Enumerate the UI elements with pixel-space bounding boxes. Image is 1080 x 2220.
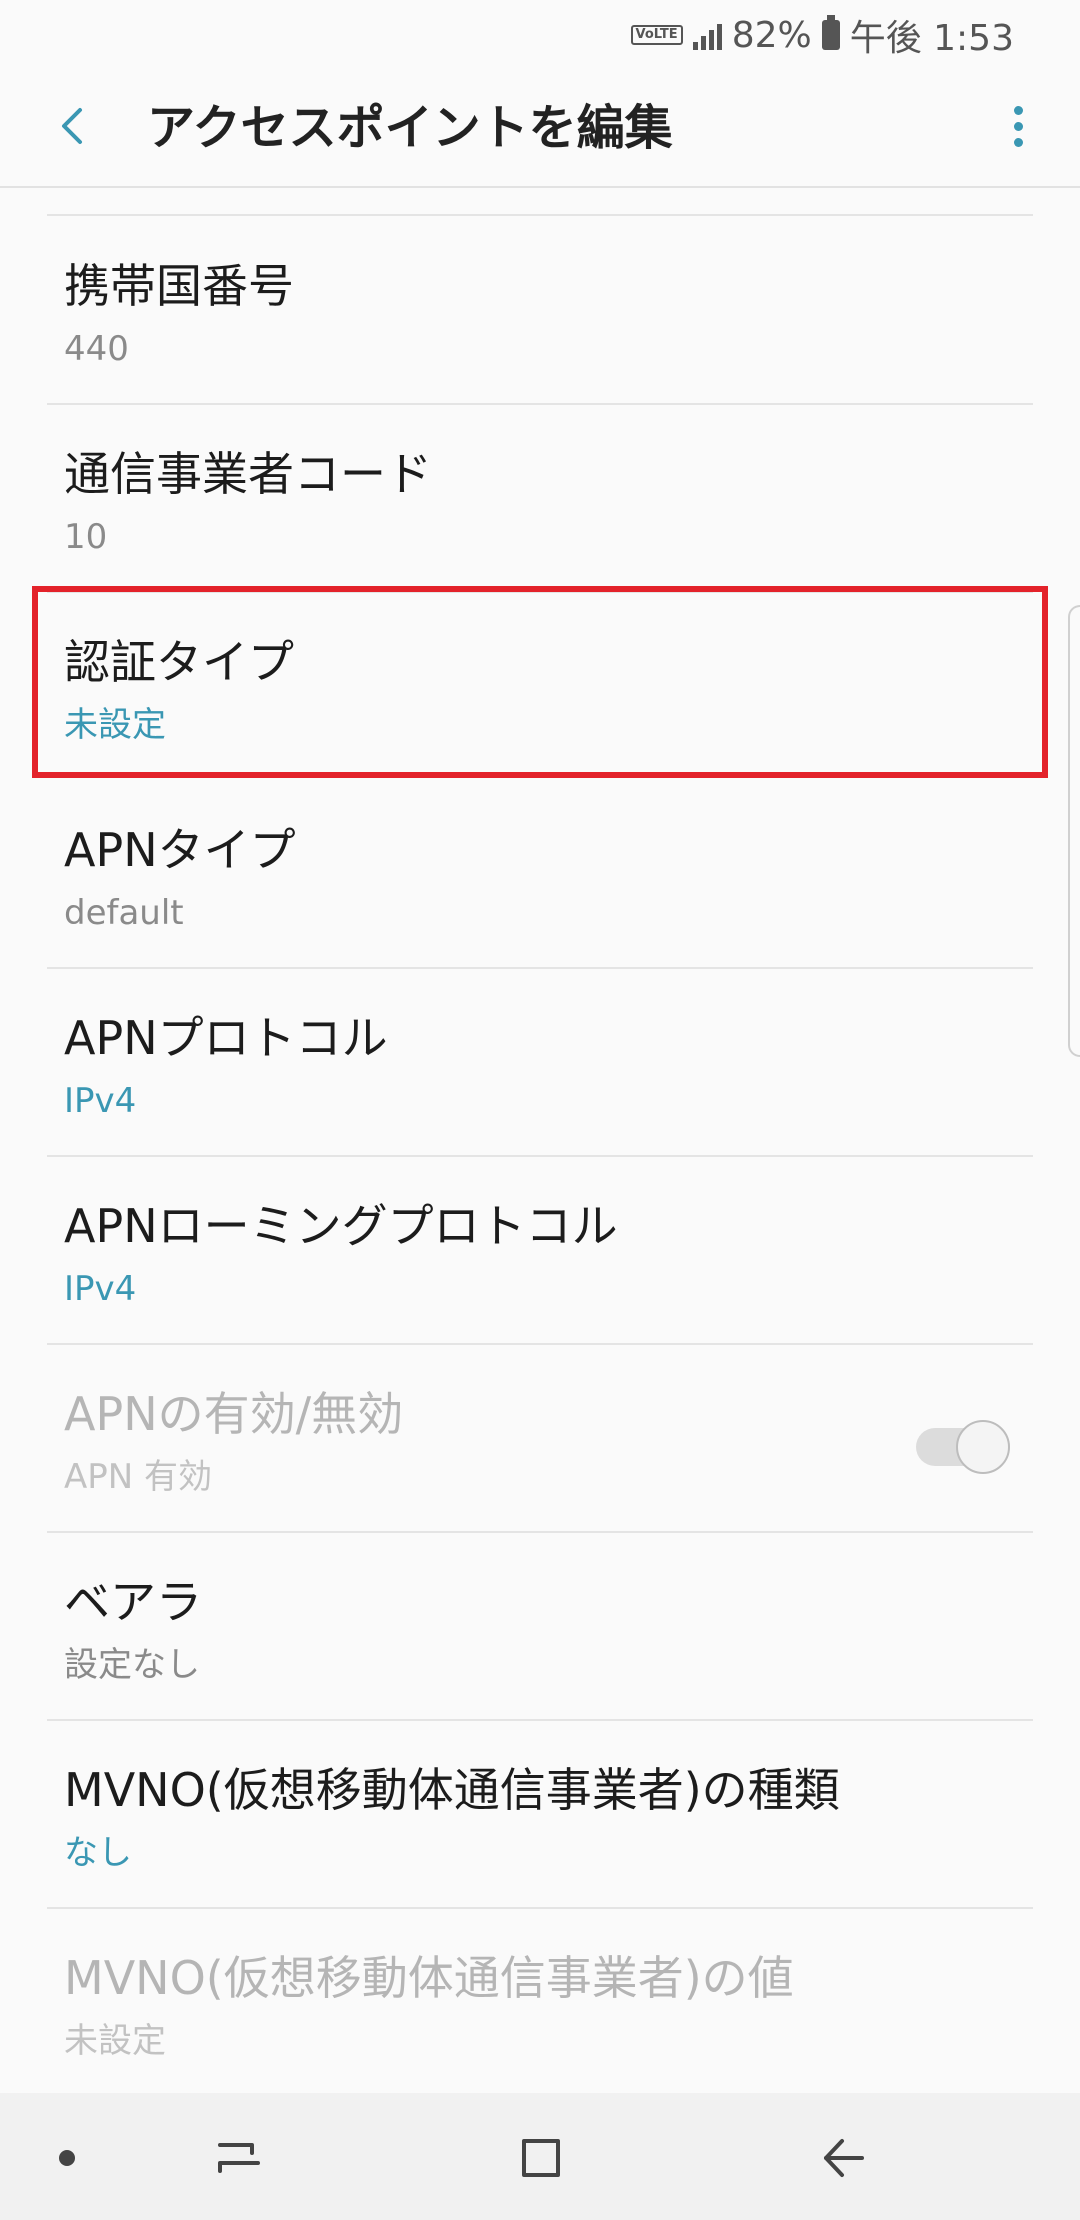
recents-icon <box>218 2143 260 2173</box>
signal-icon <box>692 20 722 50</box>
list-item-auth-type[interactable]: 認証タイプ 未設定 <box>0 593 1080 781</box>
item-title: ベアラ <box>64 1575 202 1629</box>
list-item-mvno-type[interactable]: MVNO(仮想移動体通信事業者)の種類 なし <box>0 1721 1080 1909</box>
list-item-apn-type[interactable]: APNタイプ default <box>0 781 1080 969</box>
item-summary: default <box>64 893 184 933</box>
apn-enable-toggle <box>916 1420 1010 1474</box>
item-summary: 440 <box>64 329 129 369</box>
item-summary: 10 <box>64 517 108 557</box>
home-button[interactable] <box>496 2113 586 2203</box>
item-title: MVNO(仮想移動体通信事業者)の種類 <box>64 1763 840 1817</box>
back-arrow-icon <box>62 108 82 144</box>
status-icons: VoLTE 82% 午後 1:53 <box>630 10 1014 60</box>
list-item-bearer[interactable]: ベアラ 設定なし <box>0 1533 1080 1721</box>
back-button[interactable] <box>40 94 104 158</box>
recents-button[interactable] <box>194 2113 284 2203</box>
more-options-button[interactable] <box>986 94 1050 158</box>
item-title: APNローミングプロトコル <box>64 1199 618 1253</box>
status-bar: VoLTE 82% 午後 1:53 <box>0 0 1080 66</box>
page-title: アクセスポイントを編集 <box>147 100 673 156</box>
dot-icon <box>59 2150 75 2166</box>
list-item-mnc[interactable]: 通信事業者コード 10 <box>0 405 1080 593</box>
item-summary: 未設定 <box>64 705 166 745</box>
back-icon <box>824 2139 864 2177</box>
item-title: 通信事業者コード <box>64 447 432 501</box>
list-item-apn-protocol[interactable]: APNプロトコル IPv4 <box>0 969 1080 1157</box>
item-summary: 設定なし <box>64 1645 200 1685</box>
item-title: MVNO(仮想移動体通信事業者)の値 <box>64 1951 794 2005</box>
item-summary: IPv4 <box>64 1269 137 1309</box>
back-nav-button[interactable] <box>798 2113 888 2203</box>
item-summary: なし <box>64 1833 132 1873</box>
volte-icon: VoLTE <box>630 25 683 45</box>
home-icon <box>522 2139 560 2177</box>
toggle-thumb <box>956 1420 1010 1474</box>
list-item-apn-roaming-protocol[interactable]: APNローミングプロトコル IPv4 <box>0 1157 1080 1345</box>
item-summary: 未設定 <box>64 2021 166 2061</box>
list-item-mcc[interactable]: 携帯国番号 440 <box>0 217 1080 405</box>
item-title: 認証タイプ <box>64 635 294 689</box>
app-bar: アクセスポイントを編集 <box>0 66 1080 188</box>
divider <box>47 214 1033 216</box>
item-summary: IPv4 <box>64 1081 137 1121</box>
list-item-apn-enable: APNの有効/無効 APN 有効 <box>0 1345 1080 1533</box>
list-item-mvno-value: MVNO(仮想移動体通信事業者)の値 未設定 <box>0 1909 1080 2093</box>
item-summary: APN 有効 <box>64 1457 213 1497</box>
more-vertical-icon <box>1013 105 1023 115</box>
battery-percent: 82% <box>731 14 812 56</box>
battery-icon <box>821 15 840 50</box>
clock: 午後 1:53 <box>849 18 1014 59</box>
settings-list: 携帯国番号 440 通信事業者コード 10 認証タイプ 未設定 APNタイプ d… <box>0 187 1080 2093</box>
scrollbar[interactable] <box>1068 605 1080 1057</box>
item-title: APNタイプ <box>64 823 296 877</box>
nav-dot-button[interactable] <box>22 2113 112 2203</box>
item-title: 携帯国番号 <box>64 259 294 313</box>
item-title: APNプロトコル <box>64 1011 388 1065</box>
navigation-bar <box>0 2093 1080 2220</box>
item-title: APNの有効/無効 <box>64 1387 404 1441</box>
